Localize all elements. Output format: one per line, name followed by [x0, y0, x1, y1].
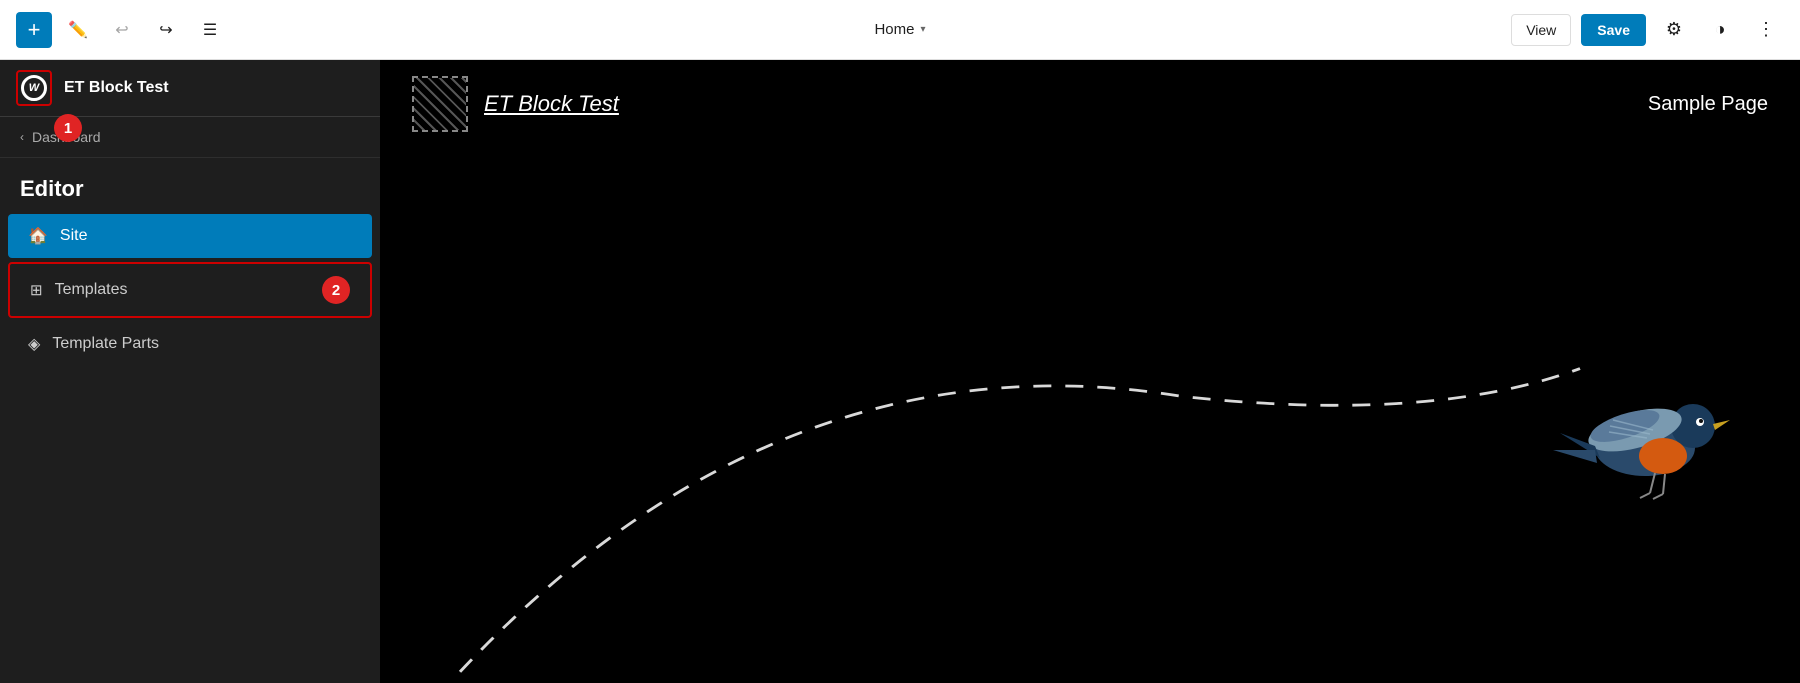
toolbar-right: View Save ⚙ ◑ ⋮: [1511, 12, 1784, 48]
top-toolbar: + ✏️ ↩ ↪ ☰ Home ▾ View Save ⚙ ◑ ⋮: [0, 0, 1800, 60]
site-nav-label: Site: [60, 227, 88, 245]
settings-icon[interactable]: ⚙: [1656, 12, 1692, 48]
add-block-button[interactable]: +: [16, 12, 52, 48]
template-parts-nav-label: Template Parts: [52, 335, 159, 353]
canvas-header: ET Block Test Sample Page: [380, 60, 1800, 148]
sidebar-item-site[interactable]: 🏠 Site: [8, 214, 372, 258]
main-area: ET Block Test 1 ‹ Dashboard Editor 🏠 Sit…: [0, 60, 1800, 683]
list-view-button[interactable]: ☰: [192, 12, 228, 48]
wordpress-logo[interactable]: [16, 70, 52, 106]
home-nav-icon: 🏠: [28, 226, 48, 246]
save-button[interactable]: Save: [1581, 14, 1646, 46]
editor-label: Editor: [0, 158, 380, 212]
home-button[interactable]: Home ▾: [862, 15, 937, 44]
undo-button[interactable]: ↩: [104, 12, 140, 48]
sidebar-header: ET Block Test 1: [0, 60, 380, 117]
toolbar-center: Home ▾: [862, 15, 937, 44]
more-options-icon[interactable]: ⋮: [1748, 12, 1784, 48]
canvas-area: ET Block Test Sample Page: [380, 60, 1800, 683]
sidebar-item-templates[interactable]: ⊞ Templates 2: [8, 262, 372, 318]
chevron-down-icon: ▾: [920, 24, 925, 35]
badge-1: 1: [54, 114, 82, 142]
template-parts-nav-icon: ◈: [28, 334, 40, 354]
templates-nav-label: Templates: [55, 281, 304, 299]
contrast-icon[interactable]: ◑: [1702, 12, 1738, 48]
canvas-logo-area: ET Block Test: [412, 76, 619, 132]
view-button[interactable]: View: [1511, 14, 1571, 46]
canvas-content: ET Block Test Sample Page: [380, 60, 1800, 683]
wp-logo-inner: [21, 75, 47, 101]
site-title: ET Block Test: [64, 79, 169, 97]
canvas-body: [380, 148, 1800, 681]
templates-nav-icon: ⊞: [30, 281, 43, 299]
redo-button[interactable]: ↪: [148, 12, 184, 48]
sidebar: ET Block Test 1 ‹ Dashboard Editor 🏠 Sit…: [0, 60, 380, 683]
canvas-logo-inner: [414, 78, 466, 130]
canvas-logo-placeholder: [412, 76, 468, 132]
badge-2: 2: [322, 276, 350, 304]
chevron-left-icon: ‹: [20, 130, 24, 144]
home-label: Home: [874, 21, 914, 38]
edit-tool-button[interactable]: ✏️: [60, 12, 96, 48]
bird-illustration: [1545, 368, 1745, 518]
toolbar-left: + ✏️ ↩ ↪ ☰: [16, 12, 228, 48]
canvas-nav-link: Sample Page: [1648, 93, 1768, 116]
canvas-site-title: ET Block Test: [484, 91, 619, 117]
sidebar-item-template-parts[interactable]: ◈ Template Parts: [8, 322, 372, 366]
